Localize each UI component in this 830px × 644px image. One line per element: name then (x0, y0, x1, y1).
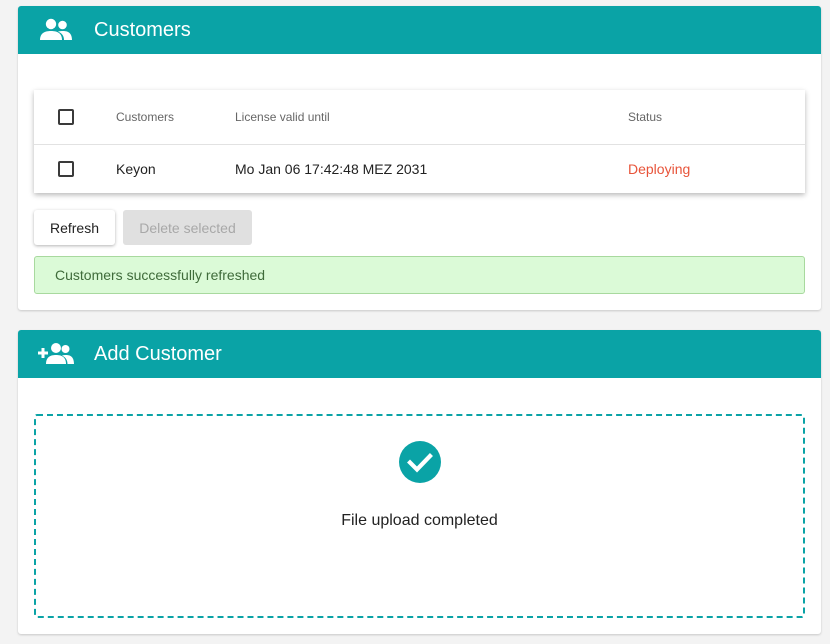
column-header-license[interactable]: License valid until (235, 110, 330, 124)
delete-selected-button: Delete selected (123, 210, 252, 245)
check-circle-icon (398, 440, 442, 484)
column-header-customers[interactable]: Customers (116, 110, 174, 124)
refresh-button[interactable]: Refresh (34, 210, 115, 245)
add-person-icon (18, 342, 94, 366)
customer-name: Keyon (116, 161, 156, 177)
add-customer-header: Add Customer (18, 330, 821, 378)
status-text: Deploying (628, 161, 691, 177)
license-valid-until: Mo Jan 06 17:42:48 MEZ 2031 (235, 161, 428, 177)
upload-status-message: File upload completed (341, 512, 498, 529)
row-checkbox[interactable] (58, 161, 74, 177)
column-header-status[interactable]: Status (628, 110, 662, 124)
success-alert: Customers successfully refreshed (34, 256, 805, 294)
add-customer-title: Add Customer (94, 342, 222, 365)
customers-header: Customers (18, 6, 821, 54)
customers-table: Customers License valid until Status Key… (34, 90, 805, 193)
people-icon (18, 18, 94, 42)
table-row[interactable]: Keyon Mo Jan 06 17:42:48 MEZ 2031 Deploy… (34, 145, 805, 193)
select-all-checkbox[interactable] (58, 109, 74, 125)
table-header-row: Customers License valid until Status (34, 90, 805, 145)
customers-card: Customers Customers License valid until … (18, 6, 821, 310)
add-customer-card: Add Customer File upload completed (18, 330, 821, 634)
file-dropzone[interactable]: File upload completed (34, 414, 805, 618)
customers-title: Customers (94, 18, 191, 41)
